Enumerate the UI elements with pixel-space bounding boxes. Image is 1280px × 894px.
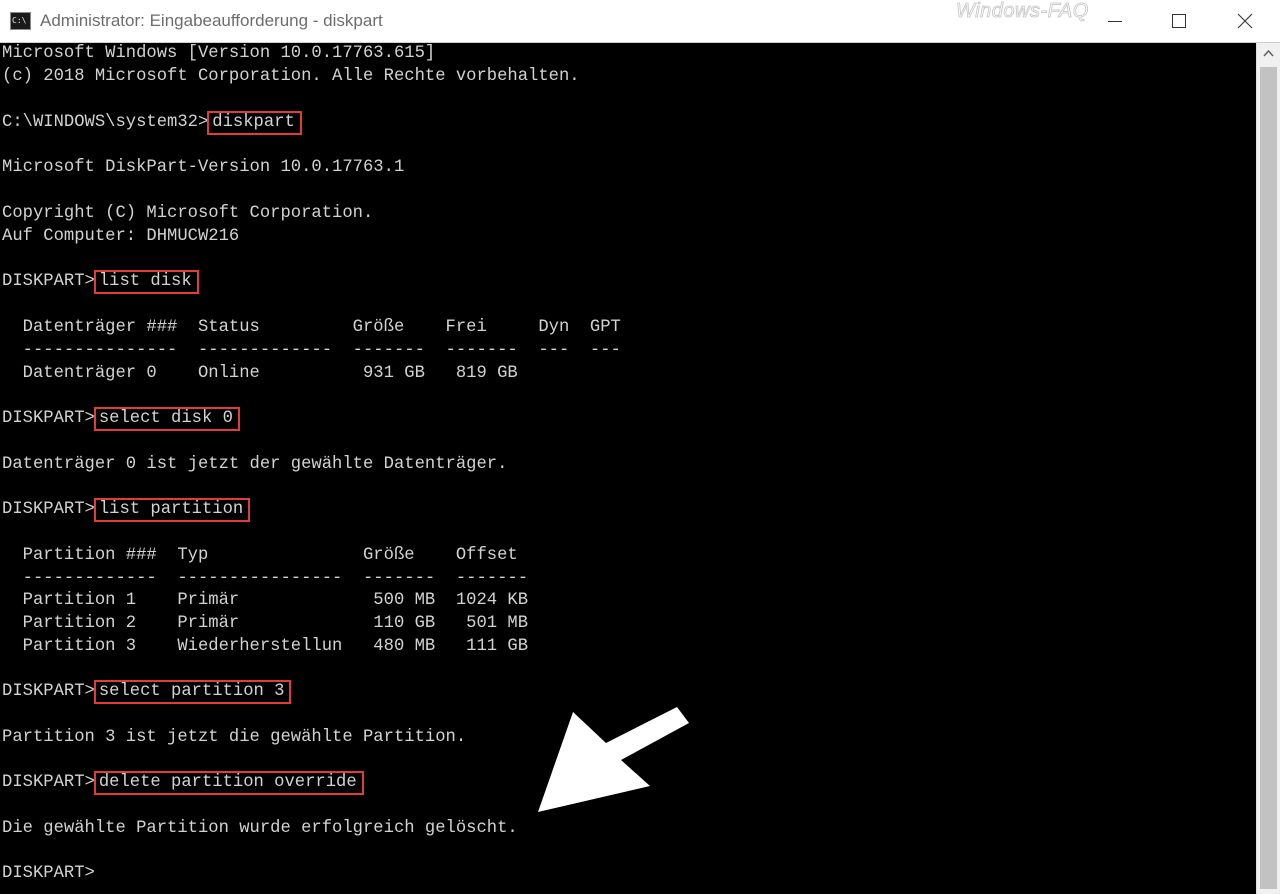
cmd-list-partition-highlight: list partition	[93, 498, 251, 522]
cmd-select-disk-highlight: select disk 0	[93, 407, 240, 431]
command-line: DISKPART> list disk	[2, 270, 199, 294]
diskpart-prompt: DISKPART>	[2, 500, 95, 519]
chevron-up-icon	[1263, 49, 1274, 57]
disk-table-header: Datenträger ### Status Größe Frei Dyn GP…	[2, 318, 621, 337]
minimize-button[interactable]	[1082, 0, 1148, 42]
diskpart-version-line: Microsoft DiskPart-Version 10.0.17763.1	[2, 158, 405, 177]
computer-name-line: Auf Computer: DHMUCW216	[2, 227, 240, 246]
command-line: DISKPART> list partition	[2, 498, 251, 522]
command-line: C:\WINDOWS\system32> diskpart	[2, 111, 302, 135]
cmd-delete-partition-highlight: delete partition override	[93, 771, 364, 795]
disk-table-separator: --------------- ------------- ------- --…	[2, 341, 621, 360]
copyright-line: (c) 2018 Microsoft Corporation. Alle Rec…	[2, 67, 580, 86]
close-icon	[1237, 13, 1253, 29]
command-line: DISKPART> select partition 3	[2, 680, 292, 704]
maximize-icon	[1172, 14, 1186, 28]
select-partition-result: Partition 3 ist jetzt die gewählte Parti…	[2, 728, 467, 747]
partition-table-row: Partition 2 Primär 110 GB 501 MB	[2, 614, 529, 633]
scrollbar-thumb[interactable]	[1260, 67, 1277, 889]
watermark-logo: Windows-FAQ	[956, 0, 1089, 22]
diskpart-prompt: DISKPART>	[2, 682, 95, 701]
diskpart-prompt: DISKPART>	[2, 773, 95, 792]
diskpart-prompt: DISKPART>	[2, 272, 95, 291]
partition-table-separator: ------------- ---------------- ------- -…	[2, 569, 529, 588]
command-line: DISKPART> delete partition override	[2, 771, 364, 795]
cmd-list-disk-highlight: list disk	[93, 270, 199, 294]
window-title: Administrator: Eingabeaufforderung - dis…	[40, 11, 383, 30]
cmd-select-partition-highlight: select partition 3	[93, 680, 292, 704]
cmd-app-icon[interactable]: C:\	[10, 12, 31, 30]
select-disk-result: Datenträger 0 ist jetzt der gewählte Dat…	[2, 455, 508, 474]
diskpart-prompt: DISKPART>	[2, 409, 95, 428]
command-line: DISKPART> select disk 0	[2, 407, 240, 431]
partition-table-row: Partition 1 Primär 500 MB 1024 KB	[2, 591, 529, 610]
minimize-icon	[1108, 21, 1122, 22]
scroll-up-button[interactable]	[1257, 43, 1280, 65]
prompt-path: C:\WINDOWS\system32>	[2, 113, 209, 132]
vertical-scrollbar[interactable]	[1256, 43, 1280, 894]
console-output[interactable]: Microsoft Windows [Version 10.0.17763.61…	[0, 43, 1256, 894]
diskpart-copyright-line: Copyright (C) Microsoft Corporation.	[2, 204, 374, 223]
cmd-diskpart-highlight: diskpart	[207, 111, 302, 135]
delete-result: Die gewählte Partition wurde erfolgreich…	[2, 819, 518, 838]
partition-table-row: Partition 3 Wiederherstellun 480 MB 111 …	[2, 637, 529, 656]
maximize-button[interactable]	[1146, 0, 1212, 42]
disk-table-row: Datenträger 0 Online 931 GB 819 GB	[2, 364, 518, 383]
title-bar[interactable]: C:\ Administrator: Eingabeaufforderung -…	[0, 0, 1280, 43]
partition-table-header: Partition ### Typ Größe Offset	[2, 546, 518, 565]
final-prompt: DISKPART>	[2, 864, 95, 883]
close-button[interactable]	[1212, 0, 1278, 42]
version-line: Microsoft Windows [Version 10.0.17763.61…	[2, 44, 436, 63]
